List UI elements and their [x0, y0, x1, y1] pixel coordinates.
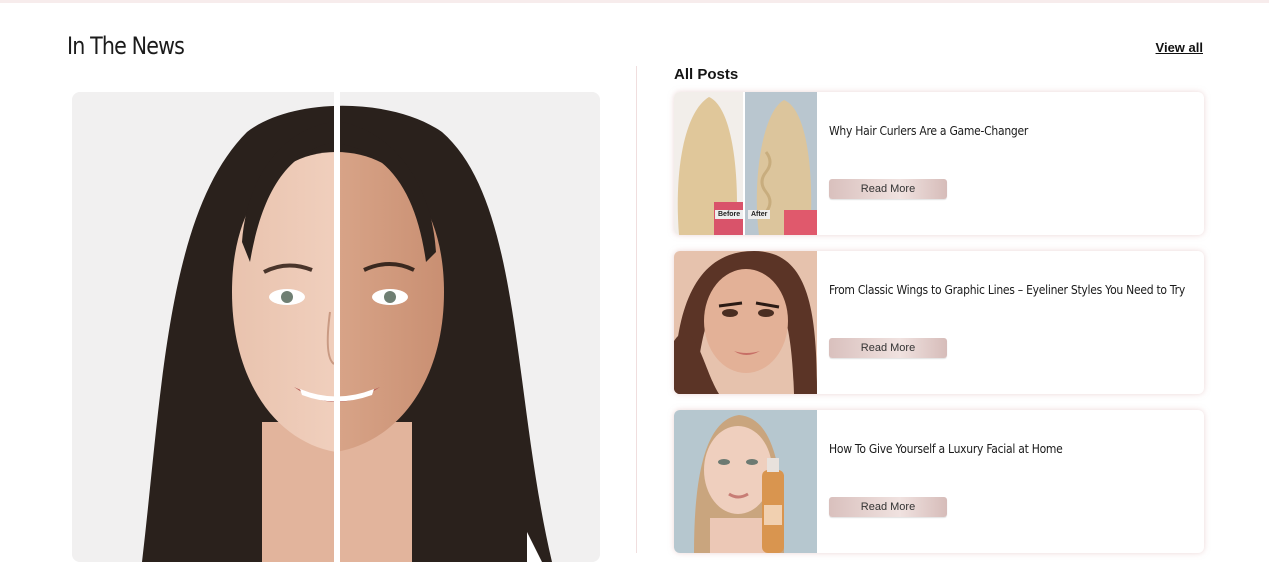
post-thumbnail[interactable] — [674, 410, 817, 553]
header-bottom-border — [0, 0, 1269, 3]
before-label: Before — [715, 210, 744, 219]
column-divider — [636, 66, 637, 553]
view-all-link[interactable]: View all — [1156, 40, 1203, 55]
read-more-button[interactable]: Read More — [829, 497, 947, 517]
read-more-button[interactable]: Read More — [829, 179, 947, 199]
facial-model-image — [674, 410, 817, 553]
post-card[interactable]: Before After Why Hair Curlers Are a Game… — [674, 92, 1204, 235]
eyeliner-model-image — [674, 251, 817, 394]
section-title: In The News — [67, 32, 185, 60]
hair-curler-before-after-image — [674, 92, 817, 235]
post-card[interactable]: How To Give Yourself a Luxury Facial at … — [674, 410, 1204, 553]
after-label: After — [748, 210, 771, 219]
read-more-button[interactable]: Read More — [829, 338, 947, 358]
post-card[interactable]: From Classic Wings to Graphic Lines – Ey… — [674, 251, 1204, 394]
before-after-face-image — [72, 92, 600, 562]
featured-news-image[interactable] — [72, 92, 600, 562]
all-posts-heading: All Posts — [674, 66, 739, 83]
post-title[interactable]: From Classic Wings to Graphic Lines – Ey… — [829, 283, 1185, 297]
post-title[interactable]: How To Give Yourself a Luxury Facial at … — [829, 442, 1153, 456]
post-title[interactable]: Why Hair Curlers Are a Game-Changer — [829, 124, 1153, 138]
post-thumbnail[interactable] — [674, 251, 817, 394]
post-thumbnail[interactable]: Before After — [674, 92, 817, 235]
